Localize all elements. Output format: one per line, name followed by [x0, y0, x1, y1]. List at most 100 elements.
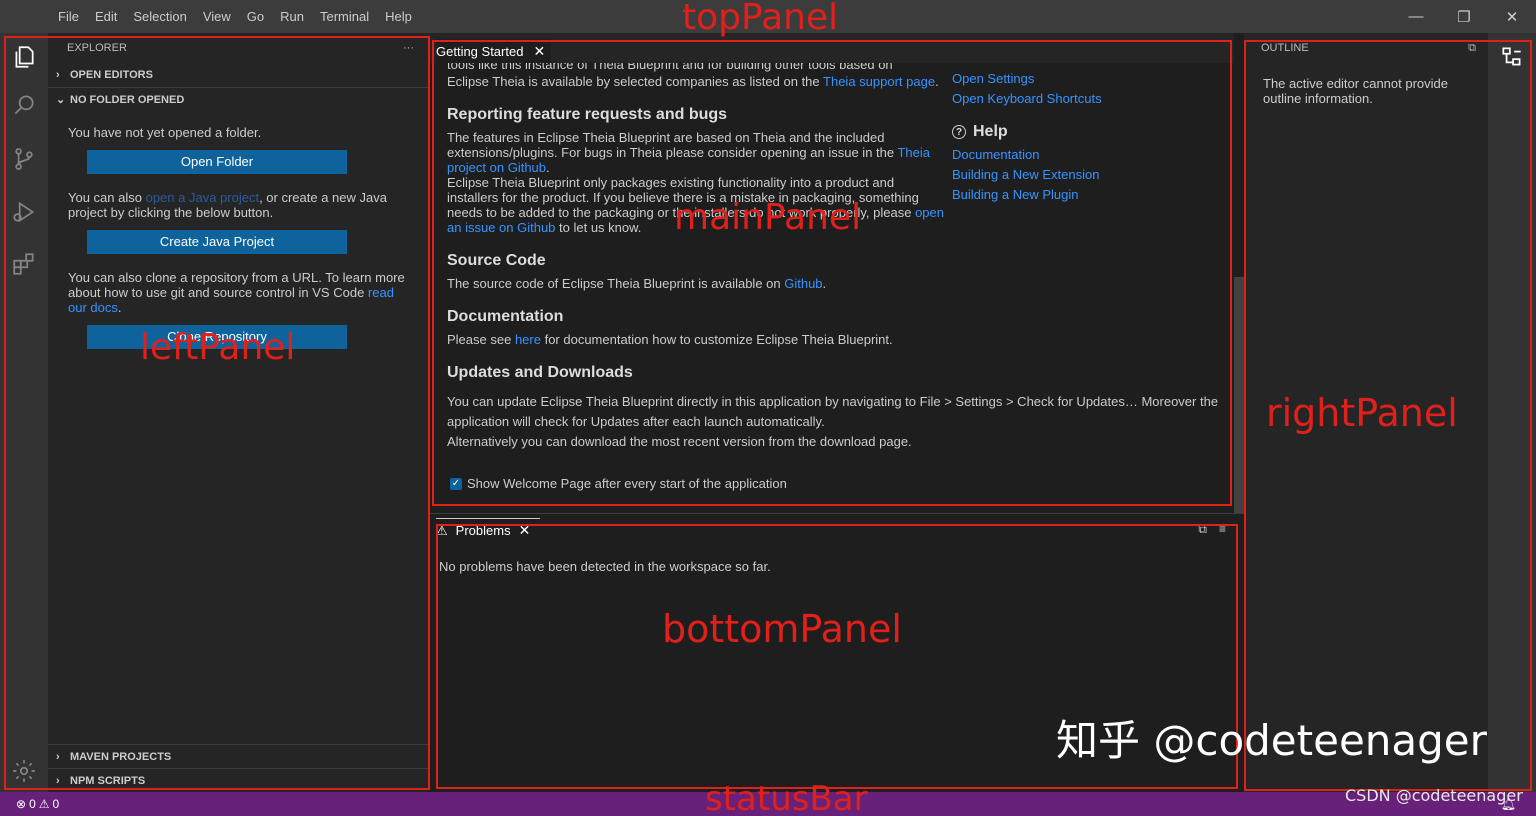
minimize-button[interactable]: — — [1392, 0, 1440, 33]
source-end: . — [822, 276, 827, 291]
editor-scrollbar[interactable] — [1234, 33, 1244, 513]
source-control-icon[interactable] — [0, 135, 48, 183]
open-keyboard-shortcuts-link[interactable]: Open Keyboard Shortcuts — [952, 89, 1212, 109]
status-bar: ⊗ 0 ⚠ 0 🔔︎ — [0, 792, 1536, 816]
menu-terminal[interactable]: Terminal — [312, 0, 377, 33]
explorer-bottom-sections: › MAVEN PROJECTS › NPM SCRIPTS — [48, 744, 428, 792]
help-icon: ? — [952, 125, 966, 139]
updates-paragraph-1: You can update Eclipse Theia Blueprint d… — [447, 394, 1219, 429]
source-paragraph: The source code of Eclipse Theia Bluepri… — [447, 276, 947, 291]
show-welcome-checkbox[interactable]: ✓ — [450, 477, 462, 490]
menu-run[interactable]: Run — [272, 0, 312, 33]
updates-paragraph-2: Alternatively you can download the most … — [447, 434, 912, 449]
open-editors-section[interactable]: › OPEN EDITORS — [48, 63, 428, 87]
clone-repository-button[interactable]: Clone Repository — [87, 325, 347, 349]
bugs-paragraph-2: Eclipse Theia Blueprint only packages ex… — [447, 175, 947, 235]
show-welcome-label: Show Welcome Page after every start of t… — [467, 476, 787, 491]
menu-items: File Edit Selection View Go Run Terminal… — [50, 0, 420, 33]
tab-label: Getting Started — [436, 44, 524, 59]
search-icon[interactable] — [0, 81, 48, 129]
welcome-side-column: Open Settings Open Keyboard Shortcuts ? H… — [952, 69, 1212, 205]
bugs-p2-end: to let us know. — [555, 220, 642, 235]
status-problems[interactable]: ⊗ 0 ⚠ 0 — [16, 797, 59, 811]
close-tab-icon[interactable]: ✕ — [519, 522, 531, 539]
menu-edit[interactable]: Edit — [87, 0, 125, 33]
panel-actions: ⧉ ≡ — [1198, 522, 1226, 537]
npm-label: NPM SCRIPTS — [70, 774, 146, 787]
github-link[interactable]: Github — [784, 276, 822, 291]
tab-problems[interactable]: ⚠ Problems ✕ — [436, 518, 540, 542]
open-java-project-link[interactable]: open a Java project — [146, 190, 259, 205]
theia-support-link[interactable]: Theia support page — [823, 74, 935, 89]
chevron-right-icon: › — [56, 750, 60, 763]
menu-help[interactable]: Help — [377, 0, 420, 33]
no-folder-section[interactable]: ⌄ NO FOLDER OPENED — [48, 87, 428, 111]
restore-icon: ❐ — [1457, 8, 1471, 26]
maven-projects-section[interactable]: › MAVEN PROJECTS — [48, 744, 428, 768]
collapse-all-icon[interactable]: ⧉ — [1468, 42, 1476, 55]
explorer-sidebar: EXPLORER ··· › OPEN EDITORS ⌄ NO FOLDER … — [48, 33, 428, 792]
bugs-p1: The features in Eclipse Theia Blueprint … — [447, 130, 898, 160]
support-paragraph: Eclipse Theia is available by selected c… — [447, 74, 947, 89]
source-text: The source code of Eclipse Theia Bluepri… — [447, 276, 785, 291]
chevron-right-icon: › — [56, 69, 60, 81]
editor-scroll-thumb[interactable] — [1234, 277, 1244, 513]
clear-icon[interactable]: ≡ — [1219, 522, 1226, 537]
documentation-link[interactable]: Documentation — [952, 145, 1212, 165]
collapse-all-icon[interactable]: ⧉ — [1198, 522, 1207, 537]
warning-icon: ⚠ — [38, 797, 50, 811]
outline-title: OUTLINE — [1261, 42, 1309, 54]
support-text: Eclipse Theia is available by selected c… — [447, 74, 824, 89]
help-title: Help — [973, 123, 1008, 140]
outline-message: The active editor cannot provide outline… — [1263, 76, 1448, 106]
menu-go[interactable]: Go — [239, 0, 272, 33]
npm-scripts-section[interactable]: › NPM SCRIPTS — [48, 768, 428, 792]
support-end: . — [935, 74, 939, 89]
open-editors-label: OPEN EDITORS — [70, 69, 153, 81]
close-tab-icon[interactable]: ✕ — [533, 43, 545, 60]
editor-tab-bar: Getting Started ✕ — [428, 33, 1234, 63]
chevron-right-icon: › — [56, 774, 60, 787]
problems-message: No problems have been detected in the wo… — [439, 559, 771, 574]
create-java-project-button[interactable]: Create Java Project — [87, 230, 347, 254]
close-window-button[interactable]: ✕ — [1488, 0, 1536, 33]
docs-suffix: for documentation how to customize Eclip… — [540, 332, 893, 347]
run-debug-icon[interactable] — [0, 188, 48, 236]
help-heading: ? Help — [952, 123, 1212, 141]
error-count: 0 — [29, 797, 36, 811]
tab-getting-started[interactable]: Getting Started ✕ — [436, 39, 552, 63]
building-extension-link[interactable]: Building a New Extension — [952, 165, 1212, 185]
docs-here-link[interactable]: here — [515, 332, 541, 347]
settings-gear-icon[interactable] — [0, 747, 48, 795]
open-settings-link[interactable]: Open Settings — [952, 69, 1212, 89]
zhihu-watermark: 知乎 @codeteenager — [1056, 716, 1487, 765]
menu-selection[interactable]: Selection — [125, 0, 194, 33]
building-plugin-link[interactable]: Building a New Plugin — [952, 185, 1212, 205]
maven-label: MAVEN PROJECTS — [70, 750, 172, 763]
clone-message: You can also clone a repository from a U… — [48, 270, 428, 315]
docs-heading: Documentation — [447, 308, 564, 325]
more-actions-icon[interactable]: ··· — [403, 42, 414, 54]
bugs-p2: Eclipse Theia Blueprint only packages ex… — [447, 175, 919, 220]
warning-icon: ⚠ — [436, 522, 448, 538]
problems-tab-label: Problems — [455, 523, 511, 538]
menu-view[interactable]: View — [195, 0, 239, 33]
no-folder-label: NO FOLDER OPENED — [70, 93, 185, 106]
docs-prefix: Please see — [447, 332, 515, 347]
error-icon: ⊗ — [16, 797, 27, 811]
bugs-paragraph-1: The features in Eclipse Theia Blueprint … — [447, 130, 947, 175]
files-icon[interactable] — [0, 33, 48, 81]
extensions-icon[interactable] — [0, 240, 48, 288]
activity-bar — [0, 33, 48, 792]
menu-file[interactable]: File — [50, 0, 87, 33]
bugs-p1-end: . — [546, 160, 550, 175]
outline-view-icon[interactable] — [1488, 33, 1536, 81]
open-folder-button[interactable]: Open Folder — [87, 150, 347, 174]
explorer-header: EXPLORER ··· — [48, 33, 428, 63]
bugs-heading: Reporting feature requests and bugs — [447, 106, 728, 123]
outline-panel: OUTLINE ⧉ The active editor cannot provi… — [1244, 33, 1488, 792]
show-welcome-checkbox-row[interactable]: ✓ Show Welcome Page after every start of… — [450, 476, 787, 491]
restore-button[interactable]: ❐ — [1440, 0, 1488, 33]
java-prefix: You can also — [68, 190, 146, 205]
clone-text: You can also clone a repository from a U… — [68, 270, 405, 300]
